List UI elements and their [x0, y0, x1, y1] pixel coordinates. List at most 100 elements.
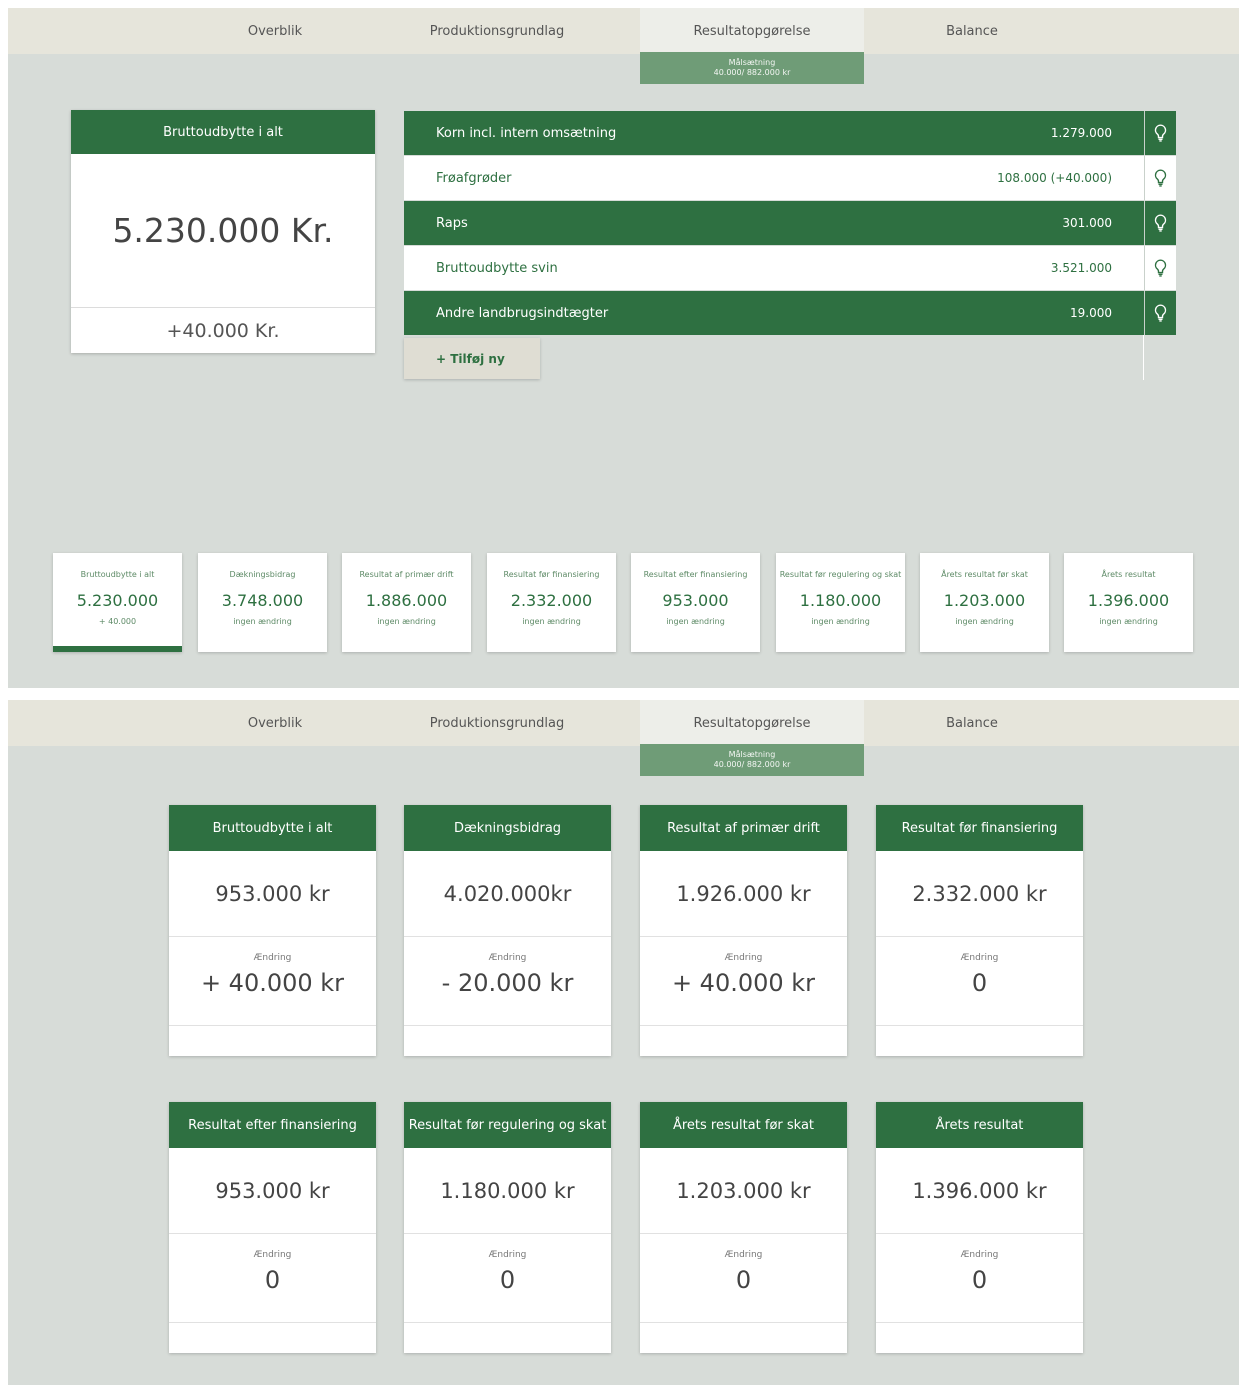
- result-card[interactable]: Dækningsbidrag 4.020.000kr Ændring - 20.…: [404, 805, 611, 1056]
- result-card-change-label: Ændring: [960, 1250, 999, 1260]
- result-card-footer: [876, 1322, 1083, 1353]
- tab-resultatopgorelse[interactable]: Resultatopgørelse: [640, 700, 864, 746]
- tab-balance[interactable]: Balance: [860, 700, 1084, 746]
- summary-change: ingen ændring: [377, 617, 436, 626]
- tab-resultatopgorelse[interactable]: Resultatopgørelse: [640, 8, 864, 54]
- top-nav: Overblik Produktionsgrundlag Resultatopg…: [8, 700, 1239, 746]
- result-card-change-label: Ændring: [960, 953, 999, 963]
- result-card-value: 1.926.000 kr: [640, 851, 847, 937]
- gross-yield-value: 5.230.000 Kr.: [71, 154, 375, 308]
- tab-overblik[interactable]: Overblik: [163, 700, 387, 746]
- gross-yield-card: Bruttoudbytte i alt 5.230.000 Kr. +40.00…: [71, 110, 375, 353]
- tab-produktionsgrundlag[interactable]: Produktionsgrundlag: [385, 700, 609, 746]
- result-card-value: 2.332.000 kr: [876, 851, 1083, 937]
- result-card-title: Dækningsbidrag: [404, 805, 611, 851]
- summary-change: ingen ændring: [522, 617, 581, 626]
- result-card-value: 1.180.000 kr: [404, 1148, 611, 1234]
- result-card-change: 0: [499, 1266, 516, 1294]
- revenue-row-value: 3.521.000: [1050, 261, 1112, 275]
- result-card-change: + 40.000 kr: [200, 969, 345, 997]
- revenue-row-label: Bruttoudbytte svin: [436, 260, 558, 276]
- result-card-value: 4.020.000kr: [404, 851, 611, 937]
- goal-value: 40.000/ 882.000 kr: [713, 760, 791, 769]
- result-card-change-label: Ændring: [488, 953, 527, 963]
- summary-card[interactable]: Resultat før finansiering 2.332.000 inge…: [487, 553, 616, 652]
- results-overview-screen: Overblik Produktionsgrundlag Resultatopg…: [8, 700, 1239, 1385]
- top-nav: Overblik Produktionsgrundlag Resultatopg…: [8, 8, 1239, 54]
- summary-title: Årets resultat før skat: [941, 569, 1028, 579]
- summary-title: Årets resultat: [1101, 569, 1156, 579]
- add-new-button[interactable]: + Tilføj ny: [404, 338, 540, 379]
- summary-value: 5.230.000: [76, 591, 159, 610]
- revenue-list: Korn incl. intern omsætning 1.279.000 Fr…: [404, 111, 1176, 336]
- result-card-footer: [876, 1025, 1083, 1056]
- tab-balance[interactable]: Balance: [860, 8, 1084, 54]
- result-card-change-label: Ændring: [724, 1250, 763, 1260]
- summary-title: Resultat før finansiering: [503, 569, 600, 579]
- revenue-row[interactable]: Andre landbrugsindtægter 19.000: [404, 291, 1176, 335]
- result-card-change: 0: [735, 1266, 752, 1294]
- summary-card[interactable]: Bruttoudbytte i alt 5.230.000 + 40.000: [53, 553, 182, 652]
- tab-overblik[interactable]: Overblik: [163, 8, 387, 54]
- revenue-row-label: Frøafgrøder: [436, 170, 512, 186]
- result-card-change-label: Ændring: [253, 953, 292, 963]
- result-card-footer: [404, 1025, 611, 1056]
- revenue-row[interactable]: Korn incl. intern omsætning 1.279.000: [404, 111, 1176, 155]
- result-card-value: 1.396.000 kr: [876, 1148, 1083, 1234]
- result-card-value: 953.000 kr: [169, 1148, 376, 1234]
- summary-value: 1.396.000: [1087, 591, 1170, 610]
- result-card[interactable]: Resultat før finansiering 2.332.000 kr Æ…: [876, 805, 1083, 1056]
- summary-value: 1.180.000: [799, 591, 882, 610]
- result-card-title: Årets resultat før skat: [640, 1102, 847, 1148]
- lightbulb-icon[interactable]: [1144, 201, 1176, 245]
- tab-produktionsgrundlag[interactable]: Produktionsgrundlag: [385, 8, 609, 54]
- result-card[interactable]: Årets resultat før skat 1.203.000 kr Ænd…: [640, 1102, 847, 1353]
- result-card[interactable]: Resultat af primær drift 1.926.000 kr Æn…: [640, 805, 847, 1056]
- result-card-change-label: Ændring: [488, 1250, 527, 1260]
- revenue-row[interactable]: Raps 301.000: [404, 201, 1176, 245]
- result-card[interactable]: Bruttoudbytte i alt 953.000 kr Ændring +…: [169, 805, 376, 1056]
- goal-value: 40.000/ 882.000 kr: [713, 68, 791, 77]
- revenue-row-label: Andre landbrugsindtægter: [436, 305, 609, 321]
- result-card-footer: [169, 1322, 376, 1353]
- result-card-footer: [640, 1322, 847, 1353]
- summary-card[interactable]: Dækningsbidrag 3.748.000 ingen ændring: [198, 553, 327, 652]
- result-card-change: 0: [264, 1266, 281, 1294]
- result-card-title: Resultat før regulering og skat: [404, 1102, 611, 1148]
- result-card[interactable]: Årets resultat 1.396.000 kr Ændring 0: [876, 1102, 1083, 1353]
- summary-card[interactable]: Resultat af primær drift 1.886.000 ingen…: [342, 553, 471, 652]
- revenue-row-label: Raps: [436, 215, 468, 231]
- result-card-value: 1.203.000 kr: [640, 1148, 847, 1234]
- summary-card[interactable]: Resultat før regulering og skat 1.180.00…: [776, 553, 905, 652]
- summary-change: + 40.000: [98, 617, 137, 626]
- lightbulb-icon[interactable]: [1144, 111, 1176, 155]
- revenue-row-value: 301.000: [1062, 216, 1112, 230]
- summary-title: Resultat efter finansiering: [643, 569, 748, 579]
- goal-indicator: Målsætning 40.000/ 882.000 kr: [640, 52, 864, 84]
- revenue-row-label: Korn incl. intern omsætning: [436, 125, 617, 141]
- summary-change: ingen ændring: [666, 617, 725, 626]
- revenue-row[interactable]: Frøafgrøder 108.000 (+40.000): [404, 156, 1176, 200]
- lightbulb-icon[interactable]: [1144, 291, 1176, 335]
- result-card-change: 0: [971, 1266, 988, 1294]
- revenue-row[interactable]: Bruttoudbytte svin 3.521.000: [404, 246, 1176, 290]
- result-card-title: Resultat før finansiering: [876, 805, 1083, 851]
- revenue-screen: Overblik Produktionsgrundlag Resultatopg…: [8, 8, 1239, 688]
- summary-card[interactable]: Årets resultat 1.396.000 ingen ændring: [1064, 553, 1193, 652]
- summary-card[interactable]: Årets resultat før skat 1.203.000 ingen …: [920, 553, 1049, 652]
- result-card-footer: [169, 1025, 376, 1056]
- summary-value: 1.886.000: [365, 591, 448, 610]
- summary-title: Dækningsbidrag: [229, 569, 296, 579]
- summary-value: 1.203.000: [943, 591, 1026, 610]
- lightbulb-icon[interactable]: [1144, 246, 1176, 290]
- lightbulb-icon[interactable]: [1144, 156, 1176, 200]
- result-card[interactable]: Resultat efter finansiering 953.000 kr Æ…: [169, 1102, 376, 1353]
- goal-label: Målsætning: [728, 750, 776, 759]
- goal-indicator: Målsætning 40.000/ 882.000 kr: [640, 744, 864, 776]
- result-card-title: Årets resultat: [876, 1102, 1083, 1148]
- summary-card[interactable]: Resultat efter finansiering 953.000 inge…: [631, 553, 760, 652]
- result-card-change-label: Ændring: [724, 953, 763, 963]
- result-card[interactable]: Resultat før regulering og skat 1.180.00…: [404, 1102, 611, 1353]
- summary-title: Bruttoudbytte i alt: [80, 569, 155, 579]
- summary-change: ingen ændring: [955, 617, 1014, 626]
